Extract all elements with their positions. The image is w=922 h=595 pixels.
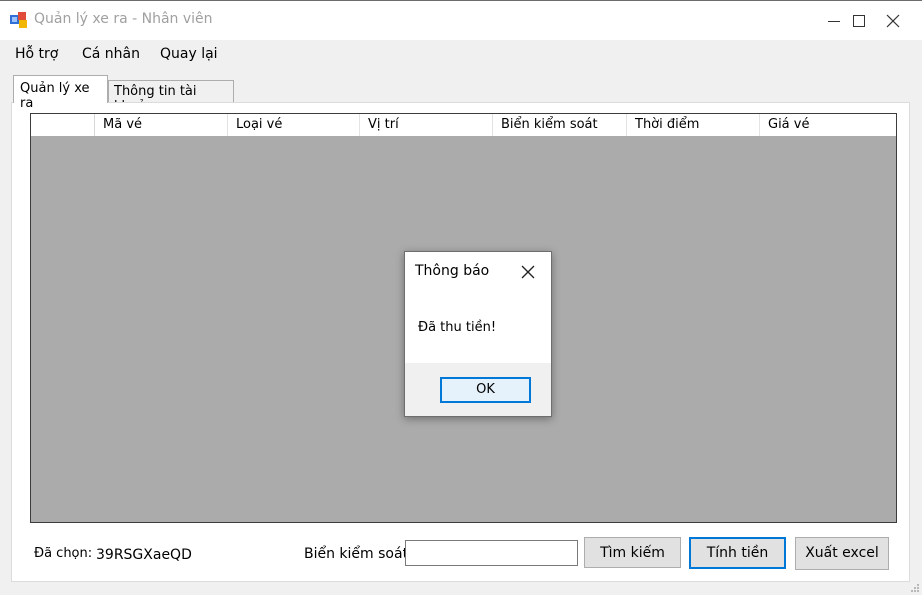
column-header-ticket-type[interactable]: Loại vé [228,114,360,136]
close-icon [886,14,900,28]
menu-bar: Hỗ trợ Cá nhân Quay lại [0,40,922,70]
license-plate-input[interactable] [405,540,578,566]
tab-account-info[interactable]: Thông tin tài khoản [108,80,234,114]
app-icon [10,12,27,28]
column-header-position[interactable]: Vị trí [360,114,493,136]
tab-vehicle-exit[interactable]: Quản lý xe ra [13,75,108,111]
selected-value: 39RSGXaeQD [96,547,192,563]
window-title: Quản lý xe ra - Nhân viên [34,11,213,27]
dialog-message: Đã thu tiền! [418,320,497,335]
dialog-close-icon[interactable] [519,263,537,281]
resize-grip-icon[interactable] [910,583,920,593]
menu-personal[interactable]: Cá nhân [82,46,140,62]
search-button[interactable]: Tìm kiếm [584,537,681,568]
grid-header: Mã vé Loại vé Vị trí Biển kiểm soát Thời… [31,114,896,136]
column-header-price[interactable]: Giá vé [760,114,896,136]
license-plate-label: Biển kiểm soát [304,546,409,562]
menu-help[interactable]: Hỗ trợ [15,46,58,62]
row-header-corner [31,114,95,136]
export-excel-button[interactable]: Xuất excel [795,537,889,570]
column-header-license-plate[interactable]: Biển kiểm soát [493,114,627,136]
dialog-footer: OK [405,363,551,416]
charge-button[interactable]: Tính tiền [689,537,786,569]
column-header-ticket-id[interactable]: Mã vé [95,114,228,136]
title-bar: Quản lý xe ra - Nhân viên [0,0,922,40]
dialog-title: Thông báo [415,263,490,279]
ok-button[interactable]: OK [440,377,531,403]
selected-label: Đã chọn: [34,546,93,561]
menu-back[interactable]: Quay lại [160,46,218,62]
column-header-time[interactable]: Thời điểm [627,114,760,136]
message-dialog: Thông báo Đã thu tiền! OK [404,251,552,417]
close-button[interactable] [864,1,922,41]
